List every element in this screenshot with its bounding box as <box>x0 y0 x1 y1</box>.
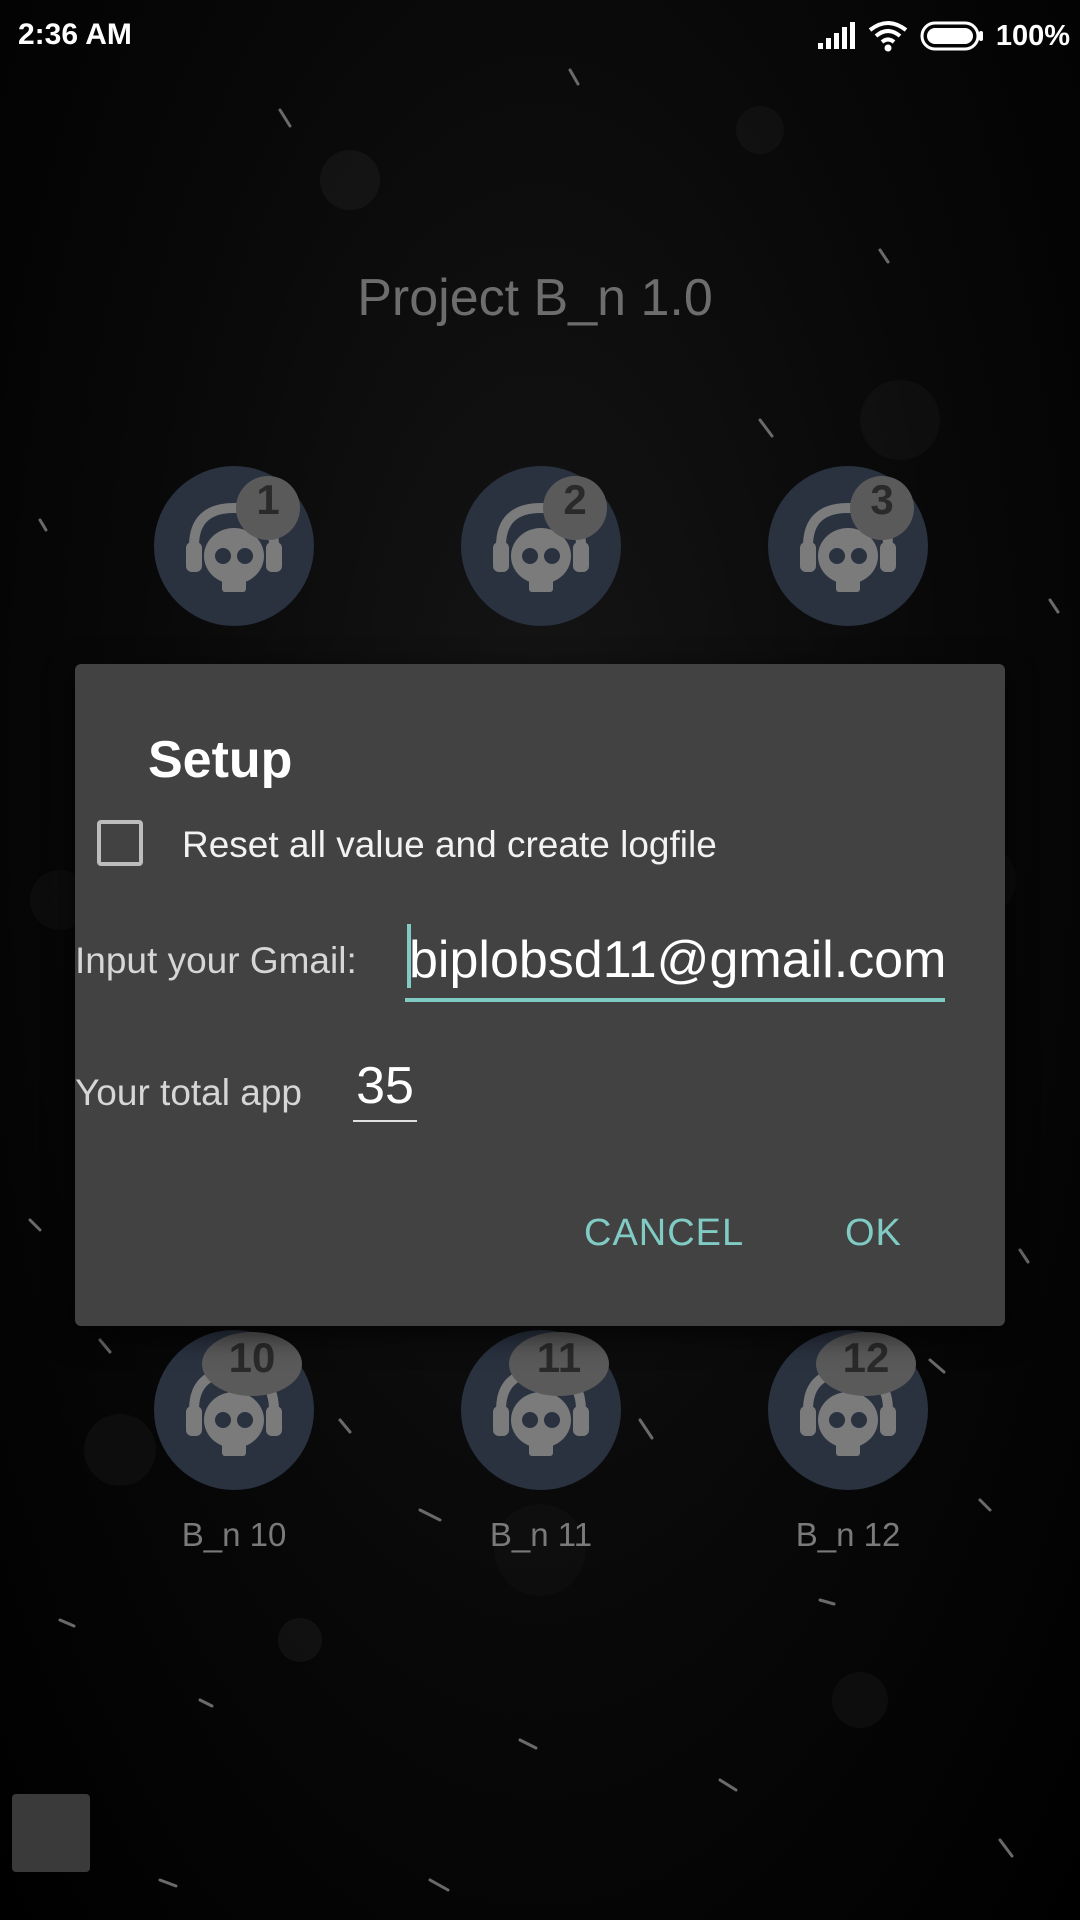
floating-square-button[interactable] <box>12 1794 90 1872</box>
app-label-12: B_n 12 <box>795 1516 901 1553</box>
app-icon-3[interactable]: 3 <box>766 464 930 628</box>
total-app-label: Your total app <box>75 1072 302 1113</box>
status-bar: 2:36 AM 100% <box>0 0 1080 72</box>
app-icon-10[interactable]: 10 <box>152 1328 316 1492</box>
status-time: 2:36 AM <box>18 18 132 51</box>
app-icon-2[interactable]: 2 <box>459 464 623 628</box>
gmail-input[interactable] <box>405 922 945 1002</box>
gmail-label: Input your Gmail: <box>75 940 357 981</box>
battery-percent: 100% <box>995 19 1070 52</box>
text-caret <box>407 924 411 988</box>
app-label-11: B_n 11 <box>489 1516 593 1553</box>
app-icon-1[interactable]: 1 <box>152 464 316 628</box>
screen: 2:36 AM 100% Project B_n 1.0 1 2 3 10 11… <box>0 0 1080 1920</box>
ok-button[interactable]: OK <box>845 1212 902 1255</box>
app-title: Project B_n 1.0 <box>357 269 713 327</box>
app-badge-2: 2 <box>563 476 587 523</box>
signal-icon <box>817 22 855 49</box>
app-label-10: B_n 10 <box>181 1516 287 1553</box>
total-app-input[interactable] <box>353 1052 417 1122</box>
status-icons: 100% <box>816 16 1070 56</box>
reset-checkbox-label[interactable]: Reset all value and create logfile <box>182 824 717 866</box>
app-badge-1: 1 <box>256 476 280 523</box>
app-icon-12[interactable]: 12 <box>766 1328 930 1492</box>
app-badge-3: 3 <box>870 476 894 523</box>
app-badge-11: 11 <box>536 1334 582 1381</box>
wifi-icon <box>868 21 908 52</box>
app-icon-11[interactable]: 11 <box>459 1328 623 1492</box>
setup-dialog: Setup Reset all value and create logfile… <box>75 664 1005 1326</box>
battery-icon <box>920 21 983 51</box>
app-badge-12: 12 <box>842 1334 890 1381</box>
reset-checkbox[interactable] <box>97 820 143 866</box>
app-badge-10: 10 <box>228 1334 276 1381</box>
cancel-button[interactable]: CANCEL <box>584 1212 744 1255</box>
dialog-title: Setup <box>148 731 293 789</box>
